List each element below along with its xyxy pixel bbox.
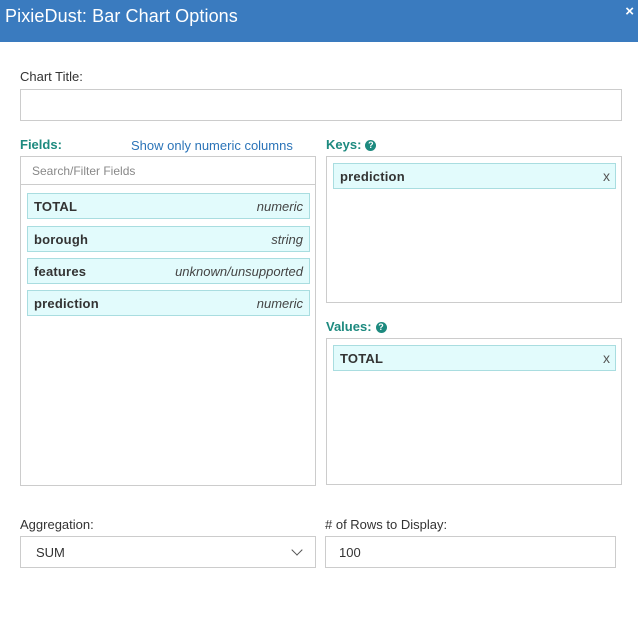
fields-search-input[interactable]: Search/Filter Fields	[21, 157, 315, 185]
values-label-text: Values:	[326, 319, 372, 334]
field-item[interactable]: TOTAL numeric	[27, 193, 310, 219]
field-name: features	[34, 264, 87, 279]
fields-label: Fields:	[20, 137, 62, 152]
field-item[interactable]: borough string	[27, 226, 310, 252]
help-icon[interactable]: ?	[365, 140, 377, 151]
key-name: prediction	[340, 169, 405, 184]
aggregation-select[interactable]: SUM	[20, 536, 316, 568]
aggregation-selected-value: SUM	[36, 545, 65, 560]
chevron-down-icon	[291, 544, 303, 556]
value-item[interactable]: TOTAL x	[333, 345, 616, 371]
keys-label: Keys:?	[326, 137, 377, 152]
values-label: Values:?	[326, 319, 387, 334]
chart-title-input[interactable]	[20, 89, 622, 121]
rows-label: # of Rows to Display:	[325, 517, 448, 532]
rows-to-display-input[interactable]	[325, 536, 616, 568]
field-type: numeric	[256, 199, 303, 214]
field-type: string	[271, 232, 303, 247]
key-item[interactable]: prediction x	[333, 163, 616, 189]
field-item[interactable]: prediction numeric	[27, 290, 310, 316]
keys-label-text: Keys:	[326, 137, 362, 152]
remove-value-button[interactable]: x	[603, 350, 610, 366]
show-numeric-columns-link[interactable]: Show only numeric columns	[131, 138, 293, 153]
field-item[interactable]: features unknown/unsupported	[27, 258, 310, 284]
values-drop-zone[interactable]: TOTAL x	[326, 338, 622, 485]
field-name: borough	[34, 232, 89, 247]
aggregation-label: Aggregation:	[20, 517, 94, 532]
field-name: prediction	[34, 296, 99, 311]
fields-panel: Search/Filter Fields TOTAL numeric borou…	[20, 156, 316, 486]
dialog-header: PixieDust: Bar Chart Options ×	[0, 0, 638, 42]
field-type: unknown/unsupported	[175, 264, 303, 279]
field-name: TOTAL	[34, 199, 78, 214]
value-name: TOTAL	[340, 351, 384, 366]
help-icon[interactable]: ?	[375, 322, 387, 333]
remove-key-button[interactable]: x	[603, 168, 610, 184]
keys-drop-zone[interactable]: prediction x	[326, 156, 622, 303]
chart-title-label: Chart Title:	[20, 69, 83, 84]
close-icon[interactable]: ×	[625, 3, 634, 20]
field-type: numeric	[256, 296, 303, 311]
dialog-title: PixieDust: Bar Chart Options	[5, 6, 238, 26]
